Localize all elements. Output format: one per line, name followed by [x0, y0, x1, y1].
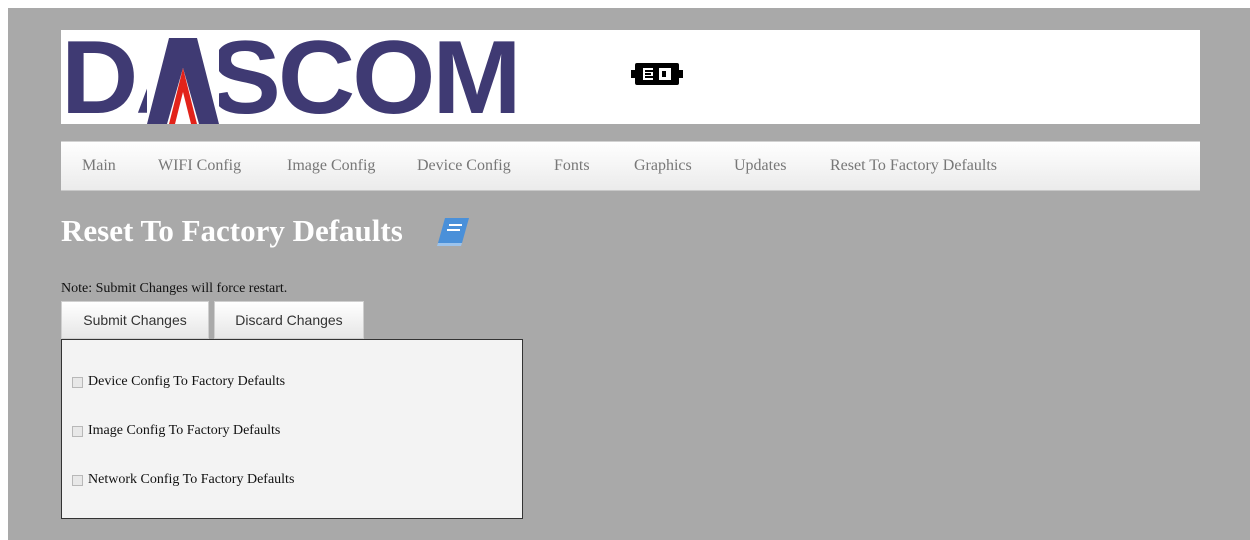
image-config-label: Image Config To Factory Defaults — [88, 423, 281, 438]
submit-changes-button[interactable]: Submit Changes — [61, 301, 209, 339]
nav-item-updates[interactable]: Updates — [734, 142, 786, 190]
page-title: Reset To Factory Defaults — [61, 213, 403, 248]
option-device-config-row: Device Config To Factory Defaults — [72, 373, 285, 391]
network-config-checkbox[interactable] — [72, 474, 83, 486]
book-icon[interactable] — [436, 217, 470, 247]
page-background: DASCOM Main WIFI Config Image Config Dev… — [8, 8, 1250, 540]
device-config-checkbox[interactable] — [72, 376, 83, 388]
battery-plug-icon — [631, 63, 683, 85]
nav-item-device-config[interactable]: Device Config — [417, 142, 511, 190]
nav-bar: Main WIFI Config Image Config Device Con… — [61, 141, 1200, 191]
logo-a-mark — [147, 38, 219, 124]
device-config-label: Device Config To Factory Defaults — [88, 374, 286, 389]
restart-note: Note: Submit Changes will force restart. — [61, 281, 288, 296]
nav-item-graphics[interactable]: Graphics — [634, 142, 692, 190]
option-image-config-row: Image Config To Factory Defaults — [72, 422, 280, 440]
image-config-checkbox[interactable] — [72, 425, 83, 437]
nav-item-wifi-config[interactable]: WIFI Config — [158, 142, 241, 190]
dascom-logo: DASCOM — [61, 26, 522, 130]
nav-item-fonts[interactable]: Fonts — [554, 142, 590, 190]
factory-reset-options-panel: Device Config To Factory Defaults Image … — [61, 339, 523, 519]
nav-item-main[interactable]: Main — [82, 142, 116, 190]
header-banner: DASCOM — [61, 26, 1200, 130]
logo-text: DASCOM — [61, 20, 522, 136]
discard-changes-button[interactable]: Discard Changes — [214, 301, 364, 339]
nav-item-reset-to-factory-defaults[interactable]: Reset To Factory Defaults — [830, 142, 997, 190]
option-network-config-row: Network Config To Factory Defaults — [72, 471, 294, 489]
network-config-label: Network Config To Factory Defaults — [88, 472, 295, 487]
nav-item-image-config[interactable]: Image Config — [287, 142, 375, 190]
